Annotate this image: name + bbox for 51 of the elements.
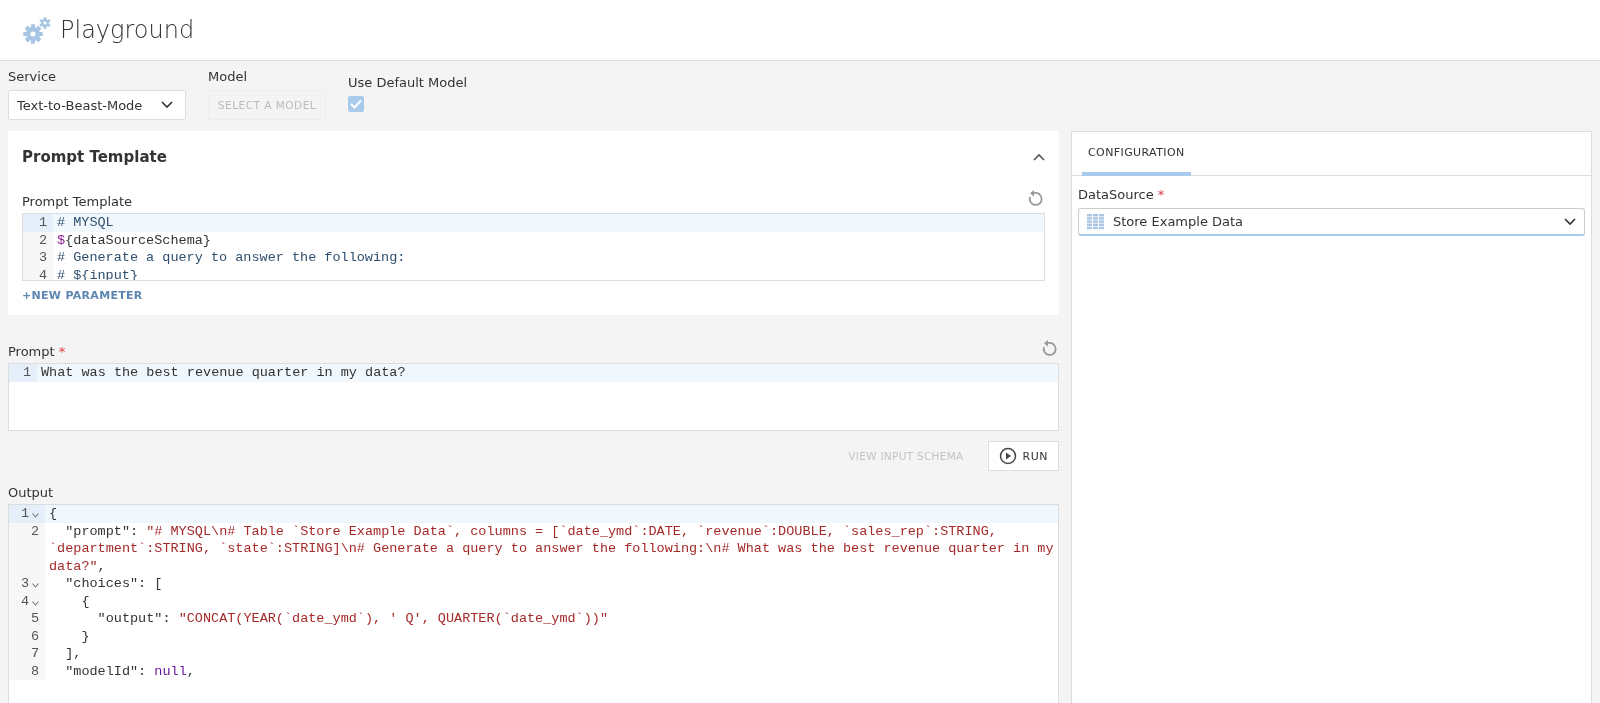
datasource-dropdown[interactable]: Store Example Data <box>1078 208 1585 236</box>
field-label: DataSource * <box>1078 187 1165 202</box>
line-number: 4 <box>20 592 29 610</box>
code-line: "output": "CONCAT(YEAR(`date_ymd`), ' Q', QUARTER(`date_ymd`))" <box>96 610 609 628</box>
line-number: 7 <box>30 645 39 663</box>
page-title: Playground <box>60 16 195 44</box>
field-label: Model <box>208 69 249 84</box>
code-line: What was the best revenue quarter in my data? <box>40 364 407 382</box>
code-line: "choices": [ <box>64 575 164 593</box>
line-number: 8 <box>30 662 39 680</box>
line-number: 5 <box>30 610 39 628</box>
field-label: Service <box>8 69 58 84</box>
line-number: 1 <box>38 214 47 232</box>
fold-chevron-icon[interactable] <box>32 583 39 588</box>
play-icon <box>998 447 1017 465</box>
line-number: 1 <box>22 364 31 382</box>
line-number: 2 <box>30 522 39 540</box>
code-line: } <box>80 627 91 645</box>
line-number: 2 <box>38 231 47 249</box>
code-editor[interactable] <box>8 504 1059 703</box>
field-label: Prompt * <box>8 344 66 359</box>
line-number: 3 <box>20 575 29 593</box>
chevron-down-icon <box>161 101 173 109</box>
checkbox[interactable] <box>348 96 364 112</box>
chevron-down-icon <box>1564 217 1576 226</box>
gears-icon <box>22 15 52 45</box>
table-icon <box>1087 213 1105 230</box>
code-line: # MYSQL <box>56 214 115 232</box>
field-label: Output <box>8 485 54 500</box>
code-line: # Generate a query to answer the following: <box>56 249 407 267</box>
field-label: Prompt Template <box>22 194 133 209</box>
card-title: Prompt Template <box>22 148 167 166</box>
new-parameter-link[interactable]: +NEW PARAMETER <box>22 289 143 302</box>
configuration-tab[interactable]: CONFIGURATION <box>1082 132 1191 176</box>
code-line: { <box>80 592 91 610</box>
line-number: 4 <box>38 266 47 280</box>
service-dropdown[interactable]: Text-to-Beast-Mode <box>8 90 186 120</box>
code-line: ], <box>64 645 83 663</box>
fold-chevron-icon[interactable] <box>32 513 39 518</box>
line-number: 3 <box>38 249 47 267</box>
fold-chevron-icon[interactable] <box>32 600 39 606</box>
line-number: 6 <box>30 627 39 645</box>
code-line: ${dataSourceSchema} <box>56 231 212 249</box>
code-line: "modelId": null, <box>64 662 196 680</box>
code-editor[interactable]: 1 What was the best revenue quarter in my data? <box>8 363 1059 431</box>
chevron-up-icon[interactable] <box>1033 153 1045 161</box>
checkbox-label: Use Default Model <box>348 75 468 90</box>
code-line: { <box>48 505 59 523</box>
run-button[interactable]: RUN <box>987 441 1059 471</box>
line-number: 1 <box>20 505 29 523</box>
code-line: "prompt": "# MYSQL\n# Table `Store Example Data`, columns = [`date_ymd`:DATE, `revenue`:DOUBLE, `sales_rep`:STRING, `department`:STRING, `state`:STRING]\n# Generate a query to answer the following:\n# What was the best revenue quarter in my data?", <box>48 522 1055 575</box>
